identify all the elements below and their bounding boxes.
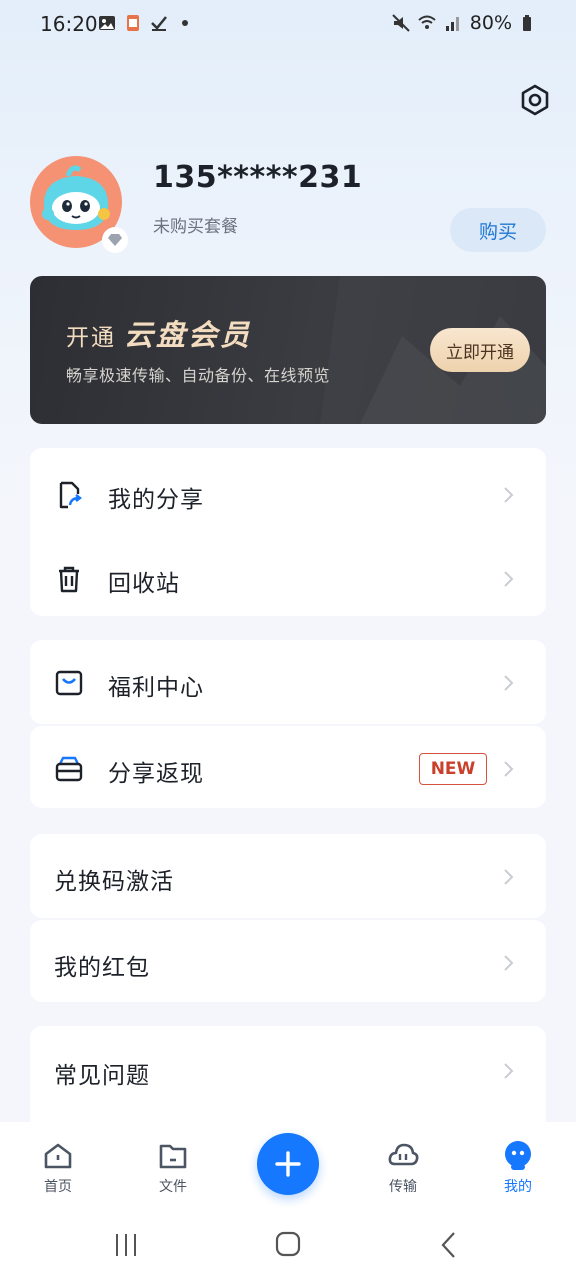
menu-card-cashback: 分享返现 NEW xyxy=(30,726,546,808)
vip-title: 开通 云盘会员 xyxy=(66,312,252,354)
battery-level: 80% xyxy=(469,12,512,34)
menu-card-red-packet: 我的红包 xyxy=(30,920,546,1002)
user-phone: 135*****231 xyxy=(153,160,363,195)
menu-item-my-share[interactable]: 我的分享 xyxy=(30,452,546,536)
chevron-right-icon xyxy=(504,487,514,503)
tab-mine[interactable]: 我的 xyxy=(478,1122,558,1208)
trash-icon xyxy=(59,566,79,593)
home-icon xyxy=(44,1143,72,1169)
wifi-icon xyxy=(418,15,436,29)
tab-label: 文件 xyxy=(159,1179,187,1195)
vip-subtitle: 畅享极速传输、自动备份、在线预览 xyxy=(66,366,331,385)
signal-icon xyxy=(445,17,459,31)
menu-item-redeem-code[interactable]: 兑换码激活 xyxy=(30,834,546,918)
activate-vip-button[interactable]: 立即开通 xyxy=(430,328,530,372)
chevron-right-icon xyxy=(504,955,514,971)
tab-home[interactable]: 首页 xyxy=(18,1122,98,1208)
tab-files[interactable]: 文件 xyxy=(133,1122,213,1208)
status-time: 16:20 xyxy=(40,12,98,36)
menu-item-label: 常见问题 xyxy=(54,1063,150,1089)
mute-icon xyxy=(392,14,410,32)
menu-item-red-packet[interactable]: 我的红包 xyxy=(30,920,546,1004)
tab-label: 首页 xyxy=(44,1179,72,1195)
menu-item-label: 我的红包 xyxy=(54,955,150,981)
more-dot-icon xyxy=(182,20,188,26)
menu-item-welfare-center[interactable]: 福利中心 xyxy=(30,640,546,724)
system-nav-bar xyxy=(0,1208,576,1280)
menu-card-faq: 常见问题 xyxy=(30,1026,546,1136)
gallery-icon xyxy=(99,16,115,30)
app-notification-icon xyxy=(127,15,139,31)
menu-item-recycle-bin[interactable]: 回收站 xyxy=(30,536,546,620)
chevron-right-icon xyxy=(504,761,514,777)
vip-title-prefix: 开通 xyxy=(66,325,116,351)
gift-box-icon xyxy=(55,670,83,696)
vip-banner[interactable]: 开通 云盘会员 畅享极速传输、自动备份、在线预览 立即开通 xyxy=(30,276,546,424)
notification-icons xyxy=(98,14,194,32)
cloud-transfer-icon xyxy=(388,1143,419,1166)
recent-apps-icon[interactable] xyxy=(106,1230,146,1260)
back-icon[interactable] xyxy=(430,1230,470,1260)
menu-item-label: 分享返现 xyxy=(108,761,204,787)
menu-card-files: 我的分享 回收站 xyxy=(30,448,546,616)
member-diamond-icon xyxy=(102,227,128,253)
plan-status: 未购买套餐 xyxy=(153,217,238,237)
status-bar: 16:20 80% xyxy=(0,0,576,48)
menu-item-label: 兑换码激活 xyxy=(54,869,174,895)
chevron-right-icon xyxy=(504,675,514,691)
chevron-right-icon xyxy=(504,1063,514,1079)
menu-item-label: 福利中心 xyxy=(108,675,204,701)
tab-transfer[interactable]: 传输 xyxy=(363,1122,443,1208)
vip-title-main: 云盘会员 xyxy=(124,318,253,352)
home-nav-icon[interactable] xyxy=(268,1230,308,1260)
menu-item-faq[interactable]: 常见问题 xyxy=(30,1028,546,1112)
settings-gear-icon[interactable] xyxy=(516,82,554,120)
buy-button[interactable]: 购买 xyxy=(450,208,546,252)
chevron-right-icon xyxy=(504,869,514,885)
cashback-icon xyxy=(55,756,83,782)
profile-mascot-icon xyxy=(505,1141,531,1170)
menu-item-label: 回收站 xyxy=(108,571,180,597)
menu-card-redeem: 兑换码激活 xyxy=(30,834,546,918)
battery-icon xyxy=(523,15,531,31)
menu-item-share-cashback[interactable]: 分享返现 NEW xyxy=(30,726,546,810)
add-button[interactable] xyxy=(257,1133,319,1195)
chevron-right-icon xyxy=(504,571,514,587)
system-indicators: 80% xyxy=(392,12,538,34)
checkmark-icon xyxy=(151,16,167,31)
menu-card-welfare: 福利中心 xyxy=(30,640,546,724)
tab-label: 我的 xyxy=(504,1179,532,1195)
tab-label: 传输 xyxy=(389,1179,417,1195)
share-file-icon xyxy=(59,481,82,509)
menu-item-label: 我的分享 xyxy=(108,487,204,513)
new-badge: NEW xyxy=(419,753,487,785)
plus-icon xyxy=(275,1151,301,1177)
folder-icon xyxy=(159,1144,187,1169)
